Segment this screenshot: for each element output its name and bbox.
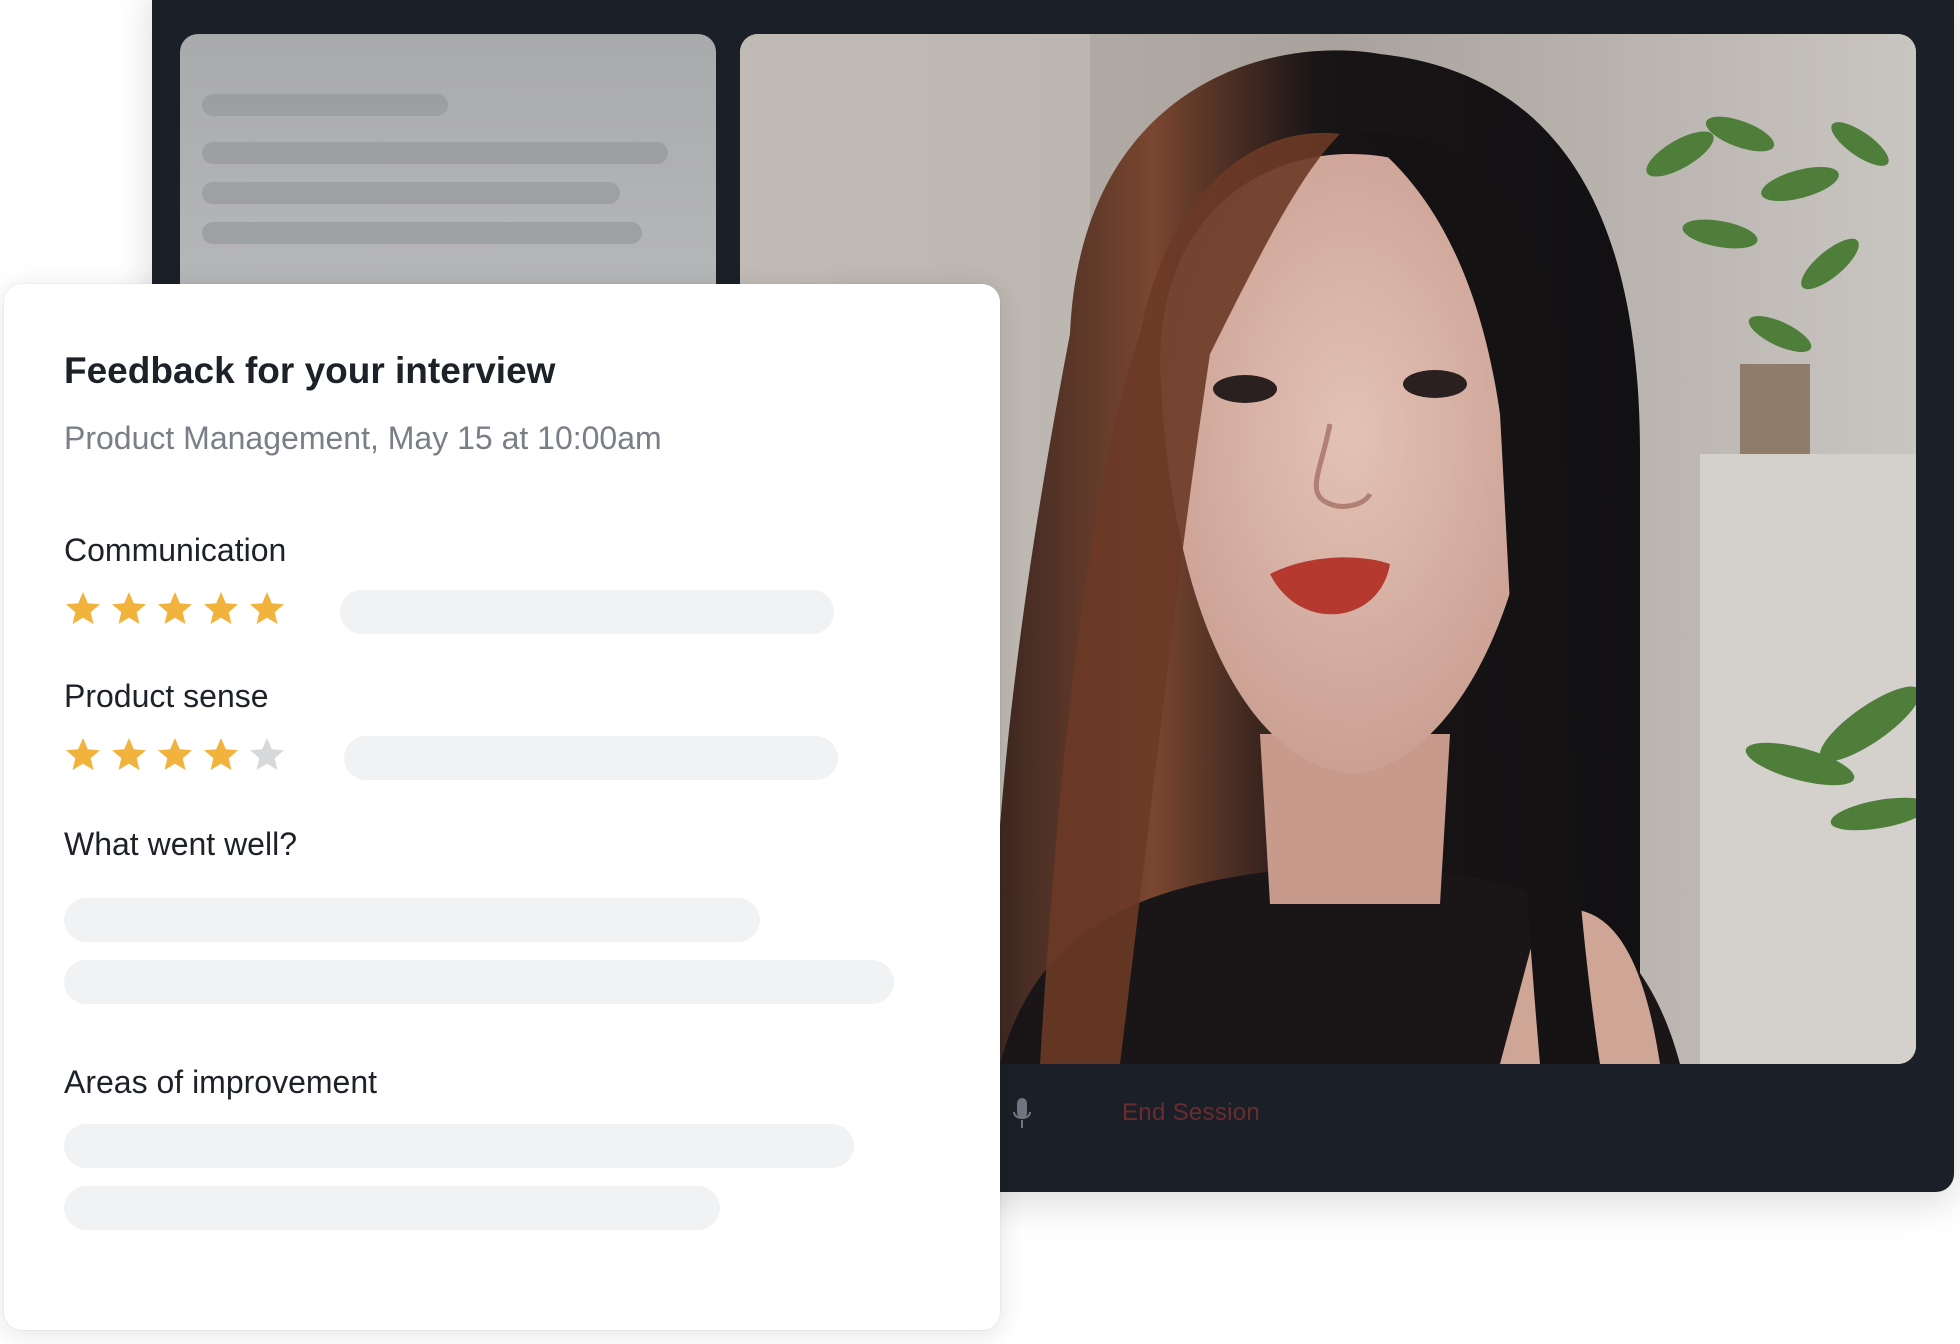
communication-rating bbox=[64, 590, 286, 628]
notes-placeholder-line bbox=[202, 94, 448, 116]
call-controls: End Session bbox=[1012, 1078, 1260, 1148]
star-filled-icon bbox=[250, 592, 284, 624]
notes-placeholder-line bbox=[202, 222, 642, 244]
star-filled-icon bbox=[112, 738, 146, 770]
end-session-button[interactable]: End Session bbox=[1122, 1099, 1260, 1127]
feedback-subtitle: Product Management, May 15 at 10:00am bbox=[64, 420, 662, 456]
what-went-well-placeholder-line bbox=[64, 898, 760, 942]
star-filled-icon bbox=[204, 738, 238, 770]
star-filled-icon bbox=[158, 592, 192, 624]
product-sense-rating bbox=[64, 736, 286, 774]
what-went-well-placeholder-line bbox=[64, 960, 894, 1004]
star-filled-icon bbox=[158, 738, 192, 770]
areas-of-improvement-placeholder-line bbox=[64, 1124, 854, 1168]
notes-placeholder-line bbox=[202, 142, 668, 164]
product-sense-comment-placeholder bbox=[344, 736, 838, 780]
communication-label: Communication bbox=[64, 532, 287, 568]
feedback-title: Feedback for your interview bbox=[64, 350, 556, 391]
star-filled-icon bbox=[66, 738, 100, 770]
what-went-well-label: What went well? bbox=[64, 826, 297, 862]
areas-of-improvement-placeholder-line bbox=[64, 1186, 720, 1230]
star-empty-icon bbox=[250, 738, 284, 770]
star-filled-icon bbox=[112, 592, 146, 624]
notes-placeholder-line bbox=[202, 182, 620, 204]
communication-comment-placeholder bbox=[340, 590, 834, 634]
microphone-icon[interactable] bbox=[1012, 1096, 1032, 1130]
star-filled-icon bbox=[204, 592, 238, 624]
product-sense-label: Product sense bbox=[64, 678, 269, 714]
areas-of-improvement-label: Areas of improvement bbox=[64, 1064, 378, 1100]
star-filled-icon bbox=[66, 592, 100, 624]
feedback-card: Feedback for your interview Product Mana… bbox=[4, 284, 1000, 1330]
